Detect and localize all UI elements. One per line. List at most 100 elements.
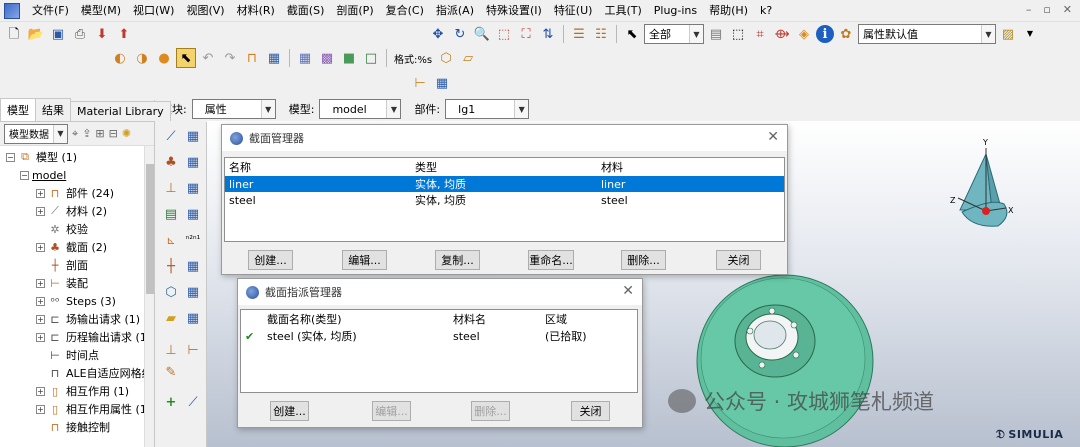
part-select[interactable]: lg1 ▼ bbox=[445, 99, 530, 119]
query-icon[interactable]: ☰ bbox=[569, 24, 589, 44]
tree-collapse-icon[interactable]: ⊟ bbox=[109, 127, 118, 140]
expand-icon[interactable]: + bbox=[36, 404, 45, 414]
import-icon[interactable]: ⬇ bbox=[92, 24, 112, 44]
create-datum-icon[interactable]: + bbox=[161, 392, 181, 412]
delete-button[interactable]: 删除... bbox=[621, 250, 666, 270]
normal-direction-icon[interactable]: ⁿ²ⁿ¹ bbox=[183, 230, 203, 250]
close-button[interactable]: 关闭 bbox=[571, 401, 610, 421]
tree-item-assembly[interactable]: + ⊢ 装配 bbox=[36, 274, 88, 292]
selection-option-icon[interactable]: ▤ bbox=[706, 24, 726, 44]
tree-item-sections[interactable]: + ♣ 截面 (2) bbox=[36, 238, 107, 256]
material-manager-icon[interactable]: ▦ bbox=[183, 126, 203, 146]
shade-sphere-icon[interactable]: ● bbox=[154, 48, 174, 68]
expand-icon[interactable]: + bbox=[36, 296, 45, 306]
layup-manager-icon[interactable]: ▦ bbox=[183, 204, 203, 224]
menu-assign[interactable]: 指派(A) bbox=[430, 0, 480, 22]
skin-manager-icon[interactable]: ▦ bbox=[183, 282, 203, 302]
menu-model[interactable]: 模型(M) bbox=[75, 0, 127, 22]
tree-item-parts[interactable]: + ⊓ 部件 (24) bbox=[36, 184, 114, 202]
model-select[interactable]: model ▼ bbox=[319, 99, 402, 119]
delete-button[interactable]: 删除... bbox=[471, 401, 510, 421]
expand-icon[interactable]: + bbox=[36, 242, 45, 252]
close-button[interactable]: 关闭 bbox=[716, 250, 761, 270]
zoom-icon[interactable]: 🔍 bbox=[472, 24, 492, 44]
print-icon[interactable]: ⎙ bbox=[70, 24, 90, 44]
attribute-list-icon[interactable]: ▦ bbox=[264, 48, 284, 68]
menu-special[interactable]: 特殊设置(I) bbox=[480, 0, 548, 22]
datum-icon[interactable]: ⊓ bbox=[242, 48, 262, 68]
select-arrow-icon[interactable]: ⬉ bbox=[622, 24, 642, 44]
expand-icon[interactable]: + bbox=[36, 206, 45, 216]
tree-item-interaction-properties[interactable]: + ▯ 相互作用属性 (1 bbox=[36, 400, 147, 418]
menu-plugins[interactable]: Plug-ins bbox=[648, 0, 703, 22]
module-select[interactable]: 属性 ▼ bbox=[191, 99, 276, 119]
menu-file[interactable]: 文件(F) bbox=[26, 0, 75, 22]
attribute-default-select[interactable]: 属性默认值 ▼ bbox=[858, 24, 996, 44]
close-icon[interactable]: ✕ bbox=[767, 130, 779, 144]
pan-icon[interactable]: ✥ bbox=[428, 24, 448, 44]
create-material-icon[interactable]: ⟋ bbox=[161, 126, 181, 146]
highlight-icon[interactable]: ✺ bbox=[122, 127, 131, 140]
cycle-view-icon[interactable]: ⇅ bbox=[538, 24, 558, 44]
expand-icon[interactable]: + bbox=[36, 278, 45, 288]
tab-material-library[interactable]: Material Library bbox=[70, 101, 171, 121]
menu-viewport[interactable]: 视口(W) bbox=[127, 0, 180, 22]
expand-icon[interactable]: + bbox=[36, 188, 45, 198]
menu-section[interactable]: 截面(S) bbox=[281, 0, 331, 22]
color-code-menu-icon[interactable]: ▼ bbox=[1020, 24, 1040, 44]
create-profile-icon[interactable]: ┼ bbox=[161, 256, 181, 276]
tree-item-steps[interactable]: + ᵒᵒ Steps (3) bbox=[36, 292, 116, 310]
inertia-icon[interactable]: ⊥ bbox=[161, 340, 181, 360]
menu-material[interactable]: 材料(R) bbox=[231, 0, 281, 22]
undo-icon[interactable]: ↶ bbox=[198, 48, 218, 68]
display-group-icon[interactable]: ◐ bbox=[110, 48, 130, 68]
orientation-icon[interactable]: ⊾ bbox=[161, 230, 181, 250]
menu-tools[interactable]: 工具(T) bbox=[598, 0, 647, 22]
tree-filter-icon[interactable]: ⌖ bbox=[72, 127, 78, 141]
expand-icon[interactable]: + bbox=[36, 314, 45, 324]
crop-select-icon[interactable]: ⌗ bbox=[750, 24, 770, 44]
column-header-name[interactable]: 名称 bbox=[225, 159, 411, 175]
iso-view-icon[interactable]: ⬡ bbox=[436, 48, 456, 68]
column-header-section[interactable]: 截面名称(类型) bbox=[263, 311, 449, 327]
tree-item-profiles[interactable]: ┼ 剖面 bbox=[48, 256, 88, 274]
tab-results[interactable]: 结果 bbox=[35, 98, 71, 121]
stringer-icon[interactable]: ▰ bbox=[161, 308, 181, 328]
outline-cube-icon[interactable]: □ bbox=[361, 48, 381, 68]
color-code-icon[interactable]: ▨ bbox=[998, 24, 1018, 44]
tree-item-history-output[interactable]: + ⊏ 历程输出请求 (1 bbox=[36, 328, 147, 346]
column-header-type[interactable]: 类型 bbox=[411, 159, 597, 175]
wireframe-cube-icon[interactable]: ▦ bbox=[295, 48, 315, 68]
transform-icon[interactable]: ⟴ bbox=[772, 24, 792, 44]
special-edit-icon[interactable]: ✎ bbox=[161, 362, 181, 382]
box-zoom-icon[interactable]: ⬚ bbox=[494, 24, 514, 44]
export-icon[interactable]: ⬆ bbox=[114, 24, 134, 44]
inertia-manager-icon[interactable]: ⊢ bbox=[183, 340, 203, 360]
minimize-icon[interactable]: – bbox=[1026, 3, 1032, 16]
fit-view-icon[interactable]: ⛶ bbox=[516, 24, 536, 44]
brake-disc-part[interactable] bbox=[690, 261, 880, 447]
assign-section-icon[interactable]: ⊥ bbox=[161, 178, 181, 198]
shaded-cube-icon[interactable]: ■ bbox=[339, 48, 359, 68]
copy-button[interactable]: 复制... bbox=[435, 250, 480, 270]
menu-profile[interactable]: 剖面(P) bbox=[330, 0, 379, 22]
expand-icon[interactable]: + bbox=[36, 332, 45, 342]
redo-icon[interactable]: ↷ bbox=[220, 48, 240, 68]
close-icon[interactable]: ✕ bbox=[622, 284, 634, 298]
collapse-icon[interactable]: − bbox=[20, 170, 29, 180]
part-list-icon[interactable]: ▦ bbox=[432, 73, 452, 93]
column-header-material[interactable]: 材料 bbox=[597, 159, 783, 175]
select-region-icon[interactable]: ⬚ bbox=[728, 24, 748, 44]
tree-item-materials[interactable]: + ⟋ 材料 (2) bbox=[36, 202, 107, 220]
tree-expand-icon[interactable]: ⊞ bbox=[95, 127, 104, 140]
create-section-icon[interactable]: ♣ bbox=[161, 152, 181, 172]
menu-view[interactable]: 视图(V) bbox=[180, 0, 230, 22]
tree-up-icon[interactable]: ⇪ bbox=[82, 127, 91, 140]
tree-item-calibration[interactable]: ✲ 校验 bbox=[48, 220, 88, 238]
expand-icon[interactable]: + bbox=[36, 386, 45, 396]
table-row[interactable]: ✔ steel (实体, 均质) steel (已拾取) bbox=[241, 328, 637, 344]
table-row[interactable]: liner 实体, 均质 liner bbox=[225, 176, 784, 192]
tab-model[interactable]: 模型 bbox=[0, 98, 36, 121]
tree-item-time-points[interactable]: ⊢ 时间点 bbox=[48, 346, 99, 364]
column-header-region[interactable]: 区域 bbox=[541, 311, 637, 327]
